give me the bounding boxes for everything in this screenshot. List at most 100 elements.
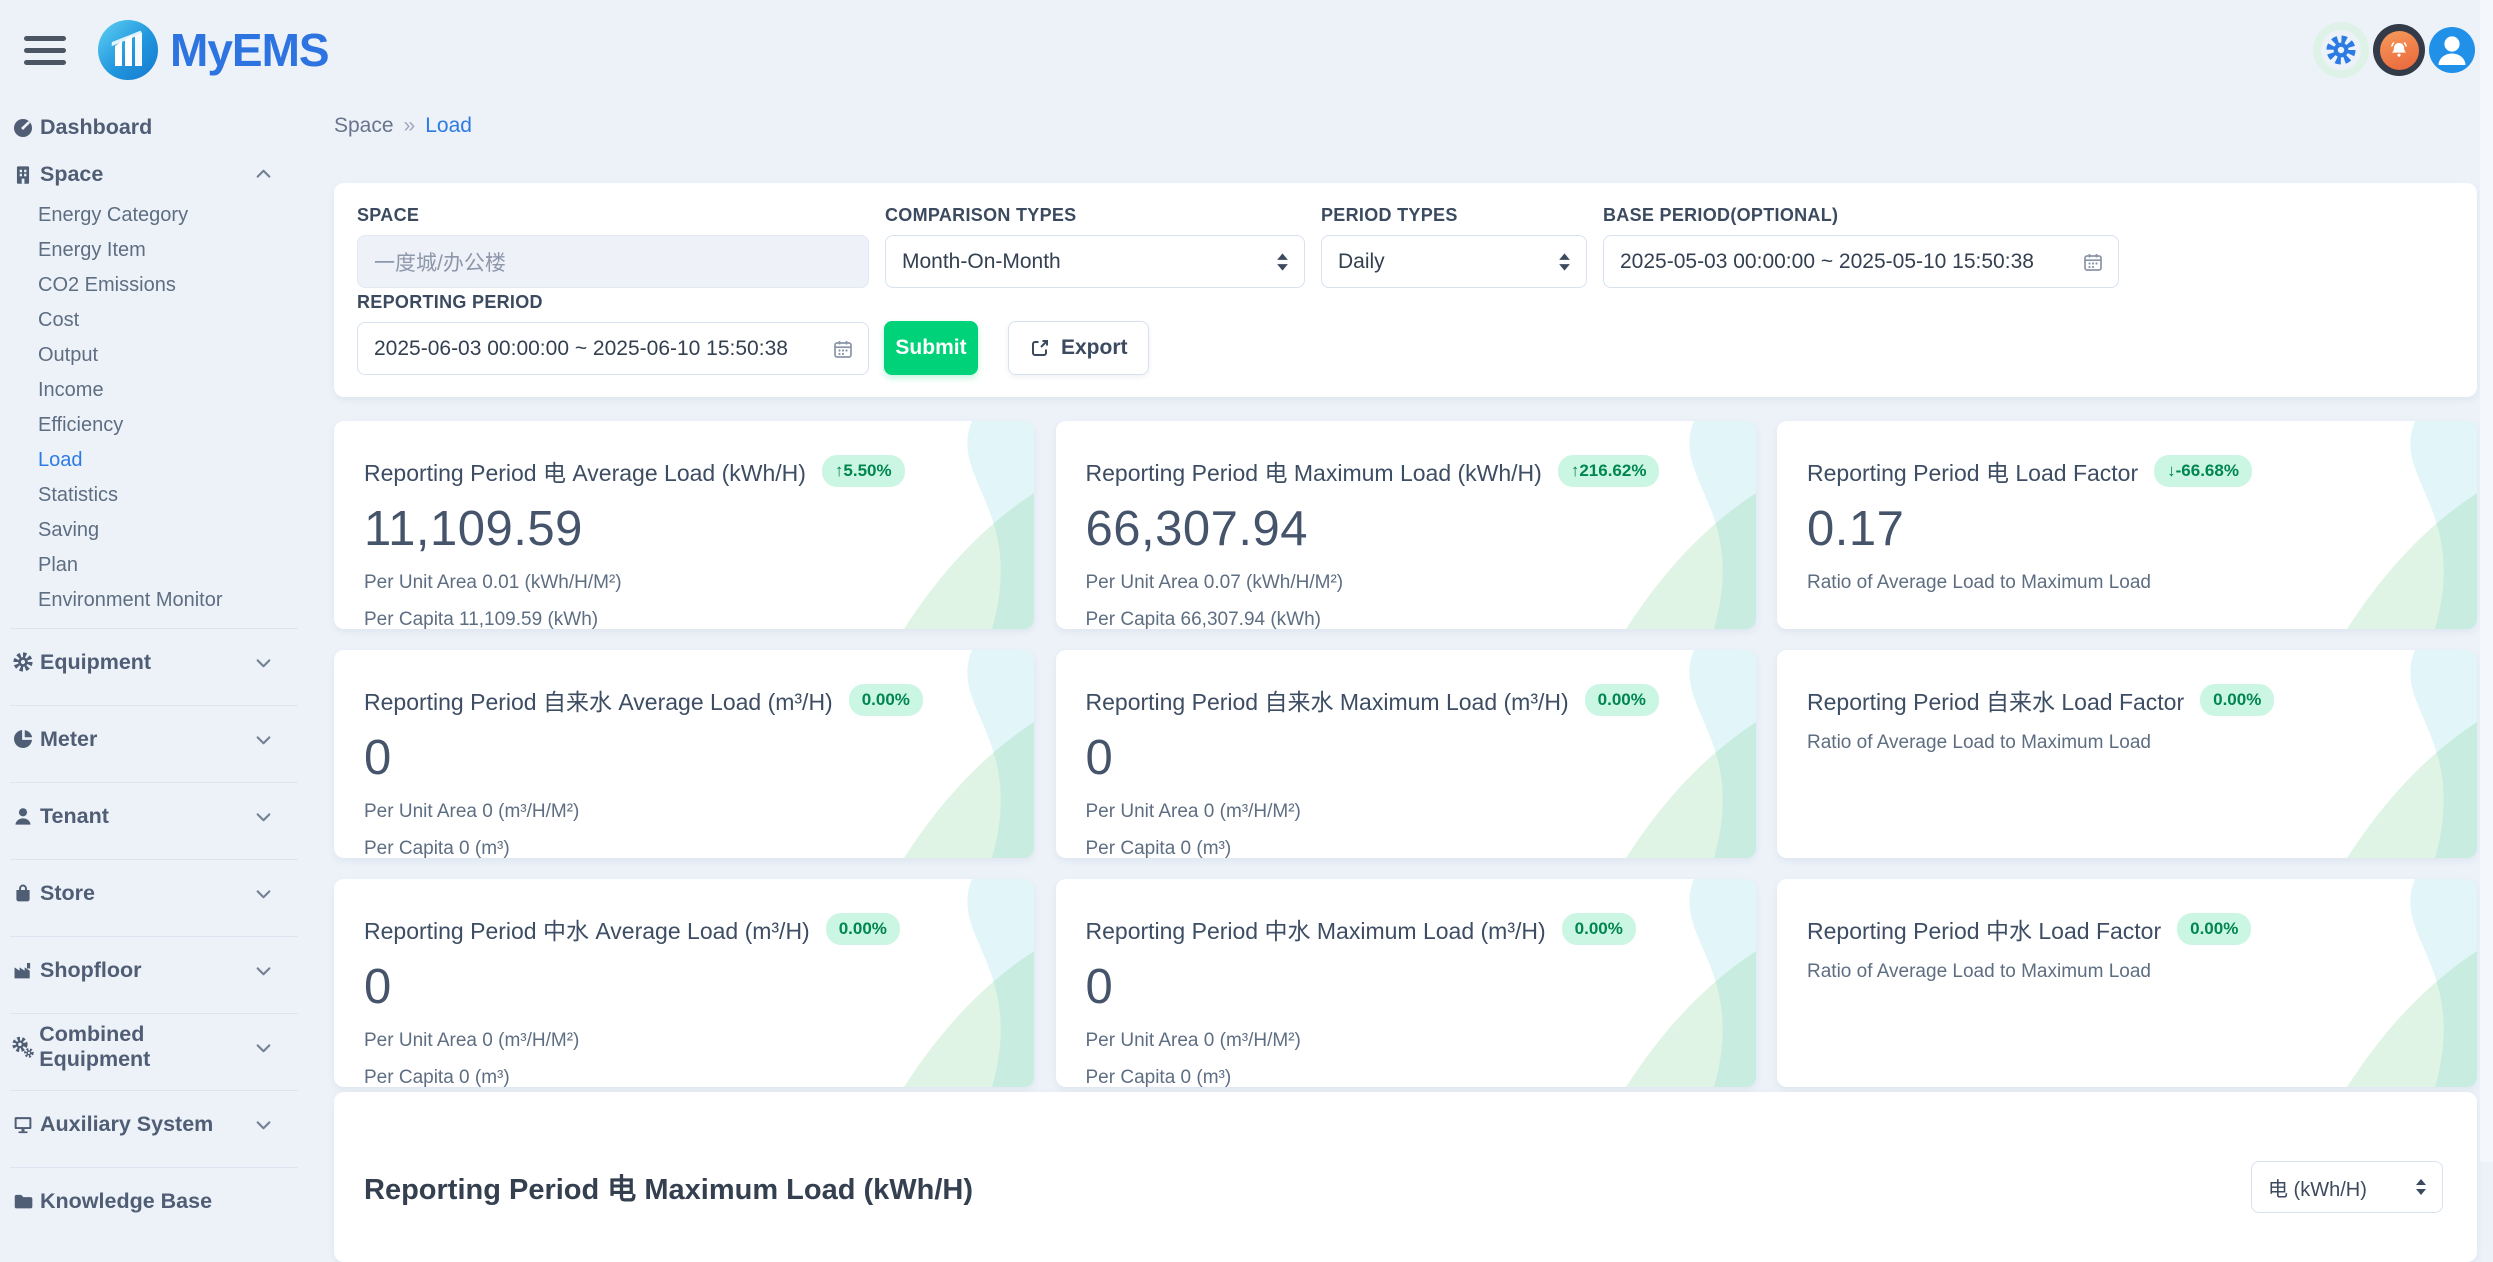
sidebar-item-load[interactable]: Load bbox=[0, 443, 312, 478]
submit-button[interactable]: Submit bbox=[884, 321, 978, 375]
sidebar-item-equipment[interactable]: Equipment bbox=[0, 629, 312, 695]
card-subline: Ratio of Average Load to Maximum Load bbox=[1807, 572, 2447, 594]
notifications-button[interactable] bbox=[2373, 24, 2425, 76]
period-types-label: PERIOD TYPES bbox=[1321, 205, 1587, 226]
sidebar-item-efficiency[interactable]: Efficiency bbox=[0, 408, 312, 443]
shopping-bag-icon bbox=[10, 882, 36, 904]
export-icon bbox=[1029, 337, 1051, 359]
card-title: Reporting Period 电 Average Load (kWh/H) bbox=[364, 454, 806, 488]
space-field-label: SPACE bbox=[357, 205, 869, 226]
gear-icon bbox=[10, 651, 36, 673]
chevron-down-icon bbox=[255, 731, 272, 748]
sidebar-item-statistics[interactable]: Statistics bbox=[0, 478, 312, 513]
chevron-up-icon bbox=[255, 166, 272, 183]
trend-badge: 0.00% bbox=[849, 684, 923, 716]
kpi-card-water-load-factor: Reporting Period 自来水 Load Factor0.00% Ra… bbox=[1777, 650, 2477, 858]
trend-badge: 0.00% bbox=[1585, 684, 1659, 716]
dashboard-icon bbox=[10, 117, 36, 139]
pie-chart-icon bbox=[10, 728, 36, 750]
sidebar-item-dashboard[interactable]: Dashboard bbox=[0, 104, 312, 151]
card-value: 11,109.59 bbox=[364, 501, 1004, 557]
breadcrumb-separator: » bbox=[404, 114, 416, 137]
sidebar-item-label: Combined Equipment bbox=[39, 1022, 255, 1072]
card-subline: Per Capita 0 (m³) bbox=[364, 1067, 1004, 1087]
brand-logo[interactable]: MyEMS bbox=[98, 20, 329, 80]
sidebar-item-label: Space bbox=[40, 162, 103, 187]
reporting-period-input[interactable]: 2025-06-03 00:00:00 ~ 2025-06-10 15:50:3… bbox=[357, 322, 869, 375]
base-period-value: 2025-05-03 00:00:00 ~ 2025-05-10 15:50:3… bbox=[1620, 250, 2034, 274]
comparison-types-label: COMPARISON TYPES bbox=[885, 205, 1305, 226]
sidebar-item-tenant[interactable]: Tenant bbox=[0, 783, 312, 849]
select-caret-icon bbox=[2414, 1177, 2428, 1197]
chevron-down-icon bbox=[255, 654, 272, 671]
building-icon bbox=[10, 164, 36, 186]
trend-badge: ↓-66.68% bbox=[2154, 455, 2252, 487]
sidebar-item-output[interactable]: Output bbox=[0, 338, 312, 373]
sidebar-item-space[interactable]: Space bbox=[0, 151, 312, 198]
trend-badge: ↑216.62% bbox=[1558, 455, 1660, 487]
menu-icon[interactable] bbox=[24, 36, 66, 65]
card-subline: Per Capita 0 (m³) bbox=[364, 838, 1004, 858]
chart-unit-select[interactable]: 电 (kWh/H) bbox=[2251, 1161, 2443, 1213]
breadcrumb-current: Load bbox=[425, 114, 472, 137]
settings-button[interactable] bbox=[2313, 22, 2369, 78]
sidebar-item-income[interactable]: Income bbox=[0, 373, 312, 408]
sidebar-item-shopfloor[interactable]: Shopfloor bbox=[0, 937, 312, 1003]
sidebar-item-cost[interactable]: Cost bbox=[0, 303, 312, 338]
period-types-value: Daily bbox=[1338, 250, 1385, 274]
card-title: Reporting Period 电 Load Factor bbox=[1807, 454, 2138, 488]
chart-unit-value: 电 (kWh/H) bbox=[2268, 1173, 2367, 1202]
export-button[interactable]: Export bbox=[1008, 321, 1149, 375]
card-subline: Per Capita 66,307.94 (kWh) bbox=[1086, 609, 1726, 629]
kpi-card-reclaimed-water-load-factor: Reporting Period 中水 Load Factor0.00% Rat… bbox=[1777, 879, 2477, 1087]
reporting-period-label: REPORTING PERIOD bbox=[357, 292, 869, 313]
kpi-card-water-maximum-load: Reporting Period 自来水 Maximum Load (m³/H)… bbox=[1056, 650, 1756, 858]
user-icon bbox=[10, 805, 36, 827]
card-subline: Per Unit Area 0 (m³/H/M²) bbox=[1086, 801, 1726, 823]
trend-badge: 0.00% bbox=[1562, 913, 1636, 945]
sidebar-item-label: Meter bbox=[40, 727, 97, 752]
sidebar-nav: Dashboard Space Energy Category Energy I… bbox=[0, 100, 312, 1234]
calendar-icon bbox=[2082, 251, 2104, 273]
sidebar-item-combined-equipment[interactable]: Combined Equipment bbox=[0, 1014, 312, 1080]
card-subline: Per Unit Area 0 (m³/H/M²) bbox=[1086, 1030, 1726, 1052]
vertical-scrollbar[interactable] bbox=[2480, 0, 2493, 1162]
chevron-down-icon bbox=[255, 1116, 272, 1133]
sidebar-item-energy-item[interactable]: Energy Item bbox=[0, 233, 312, 268]
card-corner-decoration bbox=[2287, 650, 2477, 858]
card-subline: Ratio of Average Load to Maximum Load bbox=[1807, 961, 2447, 983]
top-navbar: MyEMS bbox=[0, 0, 2493, 100]
comparison-types-select[interactable]: Month-On-Month bbox=[885, 235, 1305, 288]
kpi-card-electricity-maximum-load: Reporting Period 电 Maximum Load (kWh/H) ↑… bbox=[1056, 421, 1756, 629]
breadcrumb-space-link[interactable]: Space bbox=[334, 114, 394, 137]
comparison-types-value: Month-On-Month bbox=[902, 250, 1061, 274]
sidebar-item-knowledge-base[interactable]: Knowledge Base bbox=[0, 1168, 312, 1234]
filter-panel: SPACE 一度城/办公楼 COMPARISON TYPES Month-On-… bbox=[334, 183, 2477, 397]
sidebar-item-co2-emissions[interactable]: CO2 Emissions bbox=[0, 268, 312, 303]
sidebar-item-store[interactable]: Store bbox=[0, 860, 312, 926]
sidebar-item-meter[interactable]: Meter bbox=[0, 706, 312, 772]
space-input[interactable]: 一度城/办公楼 bbox=[357, 235, 869, 288]
trend-badge: 0.00% bbox=[2200, 684, 2274, 716]
base-period-input[interactable]: 2025-05-03 00:00:00 ~ 2025-05-10 15:50:3… bbox=[1603, 235, 2119, 288]
sidebar-item-plan[interactable]: Plan bbox=[0, 548, 312, 583]
user-avatar-icon[interactable] bbox=[2429, 27, 2475, 73]
card-subline: Per Capita 0 (m³) bbox=[1086, 1067, 1726, 1087]
card-value: 0 bbox=[364, 730, 1004, 786]
sidebar-item-saving[interactable]: Saving bbox=[0, 513, 312, 548]
space-input-value: 一度城/办公楼 bbox=[374, 247, 506, 277]
factory-icon bbox=[10, 959, 36, 981]
sidebar-item-auxiliary-system[interactable]: Auxiliary System bbox=[0, 1091, 312, 1157]
card-title: Reporting Period 自来水 Load Factor bbox=[1807, 683, 2184, 717]
bell-icon bbox=[2388, 39, 2410, 61]
sidebar-item-environment-monitor[interactable]: Environment Monitor bbox=[0, 583, 312, 618]
chevron-down-icon bbox=[255, 1039, 272, 1056]
reporting-period-value: 2025-06-03 00:00:00 ~ 2025-06-10 15:50:3… bbox=[374, 337, 788, 361]
card-title: Reporting Period 自来水 Average Load (m³/H) bbox=[364, 683, 833, 717]
kpi-card-reclaimed-water-average-load: Reporting Period 中水 Average Load (m³/H)0… bbox=[334, 879, 1034, 1087]
base-period-label: BASE PERIOD(OPTIONAL) bbox=[1603, 205, 2119, 226]
period-types-select[interactable]: Daily bbox=[1321, 235, 1587, 288]
sidebar-item-energy-category[interactable]: Energy Category bbox=[0, 198, 312, 233]
card-subline: Per Unit Area 0 (m³/H/M²) bbox=[364, 1030, 1004, 1052]
card-title: Reporting Period 电 Maximum Load (kWh/H) bbox=[1086, 454, 1542, 488]
